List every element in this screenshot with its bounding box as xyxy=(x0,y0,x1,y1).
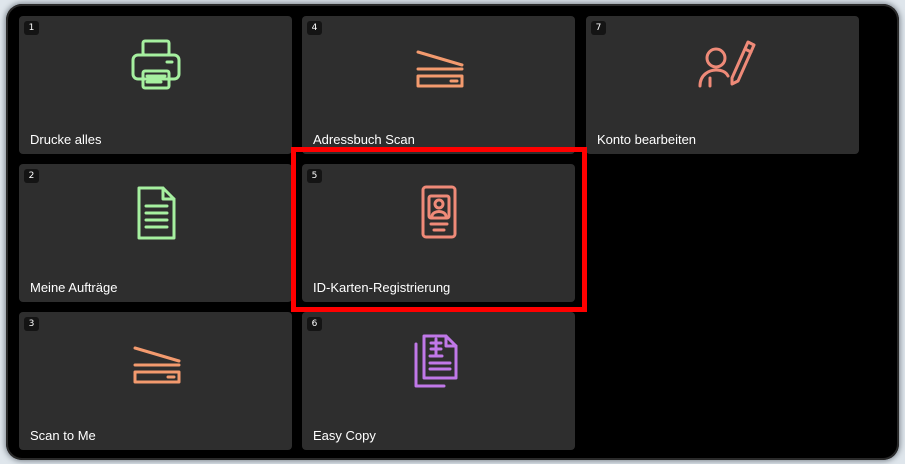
id-card-icon xyxy=(404,178,474,248)
document-icon xyxy=(121,178,191,248)
tile-scan-to-me[interactable]: 3 Scan to Me xyxy=(19,312,292,450)
tile-label: Meine Aufträge xyxy=(30,280,118,295)
tile-my-jobs[interactable]: 2 Meine Aufträge xyxy=(19,164,292,302)
tile-number: 6 xyxy=(307,317,322,331)
scanner-icon xyxy=(404,30,474,100)
copy-documents-icon xyxy=(404,326,474,396)
tile-label: Adressbuch Scan xyxy=(313,132,415,147)
tile-number: 2 xyxy=(24,169,39,183)
tile-label: Easy Copy xyxy=(313,428,376,443)
tile-id-card-registration[interactable]: 5 ID-Karten-Registrierung xyxy=(302,164,575,302)
printer-icon xyxy=(121,30,191,100)
tile-label: Konto bearbeiten xyxy=(597,132,697,147)
tile-number: 1 xyxy=(24,21,39,35)
tile-edit-account[interactable]: 7 Konto bearbeiten xyxy=(586,16,859,154)
scanner-icon xyxy=(121,326,191,396)
tile-number: 3 xyxy=(24,317,39,331)
edit-account-icon xyxy=(688,30,758,100)
tile-easy-copy[interactable]: 6 Easy Copy xyxy=(302,312,575,450)
tile-number: 5 xyxy=(307,169,322,183)
tile-label: Drucke alles xyxy=(30,132,102,147)
tile-print-all[interactable]: 1 Drucke alles xyxy=(19,16,292,154)
app-launcher-panel: 1 Drucke alles 2 Meine Aufträge 3 Scan t… xyxy=(6,4,899,460)
tile-number: 4 xyxy=(307,21,322,35)
tile-label: Scan to Me xyxy=(30,428,96,443)
tile-label: ID-Karten-Registrierung xyxy=(313,280,451,295)
tile-number: 7 xyxy=(591,21,606,35)
tile-address-book-scan[interactable]: 4 Adressbuch Scan xyxy=(302,16,575,154)
